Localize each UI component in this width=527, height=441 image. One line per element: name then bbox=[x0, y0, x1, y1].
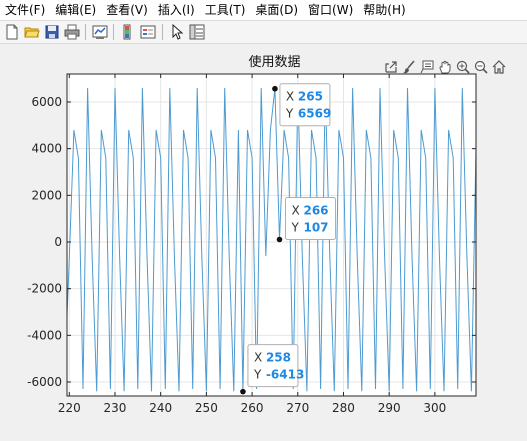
open-folder-icon[interactable] bbox=[22, 22, 42, 42]
datatip-y-label: Y bbox=[253, 368, 262, 382]
y-tick-label: -4000 bbox=[27, 328, 62, 342]
figure-area: 220 230 240 250 260 270 280 290 300 -6000 -4000 -20… bbox=[0, 44, 527, 441]
property-inspector-icon[interactable] bbox=[187, 22, 207, 42]
datatip-x-label: X bbox=[291, 204, 299, 218]
menu-item-0[interactable]: 文件(F) bbox=[0, 0, 50, 20]
menu-item-2[interactable]: 查看(V) bbox=[101, 0, 153, 20]
chart-title: 使用数据 bbox=[248, 54, 300, 70]
datatip-x-value: 266 bbox=[303, 204, 328, 218]
datatip-y-value: 107 bbox=[303, 221, 328, 235]
menu-item-3[interactable]: 插入(I) bbox=[153, 0, 200, 20]
x-tick-label: 230 bbox=[104, 401, 127, 415]
pan-icon[interactable] bbox=[437, 58, 453, 76]
link-plot-icon[interactable] bbox=[90, 22, 110, 42]
datatip-x-value: 258 bbox=[266, 351, 291, 365]
menu-item-1[interactable]: 编辑(E) bbox=[50, 0, 101, 20]
x-tick-label: 250 bbox=[195, 401, 218, 415]
legend-icon[interactable] bbox=[138, 22, 158, 42]
y-tick-label: 6000 bbox=[31, 95, 62, 109]
line-chart[interactable]: 220 230 240 250 260 270 280 290 300 -6000 -4000 -20… bbox=[0, 44, 527, 441]
y-tick-label: 4000 bbox=[31, 142, 62, 156]
x-tick-label: 290 bbox=[378, 401, 401, 415]
x-tick-label: 260 bbox=[241, 401, 264, 415]
datatip-y-label: Y bbox=[290, 221, 299, 235]
x-tick-label: 240 bbox=[149, 401, 172, 415]
datatip-x-value: 265 bbox=[298, 90, 323, 104]
colorbar-icon[interactable] bbox=[117, 22, 137, 42]
home-icon[interactable] bbox=[491, 58, 507, 76]
x-tick-label: 220 bbox=[58, 401, 81, 415]
print-icon[interactable] bbox=[62, 22, 82, 42]
menu-item-7[interactable]: 帮助(H) bbox=[358, 0, 410, 20]
y-tick-label: -2000 bbox=[27, 282, 62, 296]
brush-icon[interactable] bbox=[401, 58, 417, 76]
datatip-marker[interactable] bbox=[276, 236, 283, 243]
menu-item-5[interactable]: 桌面(D) bbox=[250, 0, 303, 20]
datatip-y-value: 6569 bbox=[298, 107, 331, 121]
zoom-out-icon[interactable] bbox=[473, 58, 489, 76]
menu-item-4[interactable]: 工具(T) bbox=[200, 0, 251, 20]
x-tick-label: 280 bbox=[332, 401, 355, 415]
datatip-x-label: X bbox=[286, 90, 294, 104]
y-tick-label: -6000 bbox=[27, 375, 62, 389]
export-icon[interactable] bbox=[383, 58, 399, 76]
edit-plot-icon[interactable] bbox=[167, 22, 187, 42]
datatip-icon[interactable] bbox=[419, 58, 435, 76]
menu-bar: 文件(F) 编辑(E) 查看(V) 插入(I) 工具(T) 桌面(D) 窗口(W) 帮助(H) bbox=[0, 0, 527, 20]
axes-toolbar bbox=[383, 58, 507, 76]
datatip-marker[interactable] bbox=[240, 388, 246, 395]
toolbar-separator bbox=[162, 24, 163, 40]
zoom-in-icon[interactable] bbox=[455, 58, 471, 76]
datatip-y-label: Y bbox=[285, 107, 294, 121]
y-tick-label: 0 bbox=[54, 235, 62, 249]
figure-toolbar bbox=[0, 21, 527, 44]
datatip-marker[interactable] bbox=[272, 85, 278, 92]
x-tick-label: 300 bbox=[423, 401, 446, 415]
datatip-y-value: -6413 bbox=[266, 368, 304, 382]
save-icon[interactable] bbox=[42, 22, 62, 42]
x-tick-label: 270 bbox=[286, 401, 309, 415]
toolbar-separator bbox=[113, 24, 114, 40]
y-tick-label: 2000 bbox=[31, 188, 62, 202]
toolbar-separator bbox=[85, 24, 86, 40]
new-file-icon[interactable] bbox=[2, 22, 22, 42]
menu-item-6[interactable]: 窗口(W) bbox=[303, 0, 358, 20]
datatip-x-label: X bbox=[254, 351, 262, 365]
